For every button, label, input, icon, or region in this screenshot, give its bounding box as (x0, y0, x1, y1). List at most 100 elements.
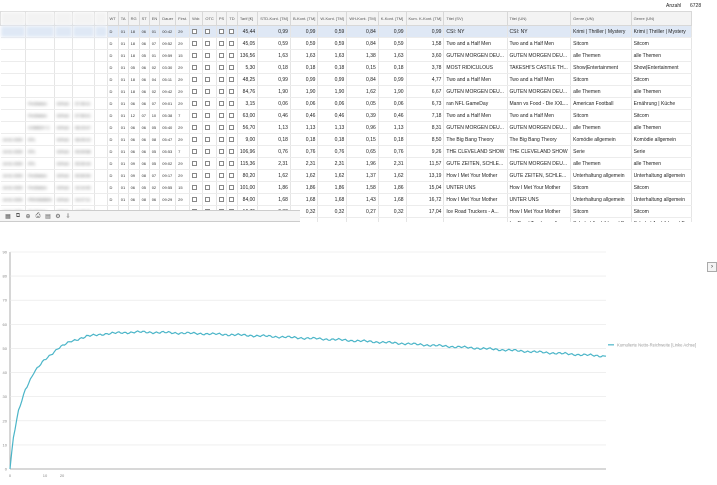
checkbox-cell[interactable] (202, 85, 217, 98)
checkbox[interactable] (205, 65, 211, 71)
table-row[interactable]: 14.01.2020 ProSieben ErFest 09:50:54 D 01 09 08… (0, 169, 717, 182)
column-header[interactable]: OTC (202, 11, 217, 26)
checkbox-cell[interactable] (202, 181, 217, 194)
column-header[interactable]: Genre (UN) (630, 11, 692, 26)
checkbox[interactable] (218, 185, 224, 191)
checkbox-cell[interactable] (216, 133, 228, 146)
chart-icon[interactable]: ▤ (44, 213, 52, 220)
table-row[interactable]: D 01 18 06 01 00:42 29 45,44 0,99 0,99 0,59 0,84 0,9… (0, 25, 717, 38)
checkbox[interactable] (192, 113, 198, 119)
checkbox-cell[interactable] (226, 145, 238, 158)
checkbox-cell[interactable] (216, 73, 228, 86)
checkbox[interactable] (192, 161, 198, 167)
column-header[interactable]: Kum. K-Kont. [TM] (405, 11, 445, 26)
checkbox[interactable] (192, 53, 198, 59)
column-header[interactable]: WH-Kont. [TM] (346, 11, 379, 26)
checkbox-cell[interactable] (202, 169, 217, 182)
checkbox-cell[interactable] (216, 37, 228, 50)
table-row[interactable]: 14.01.2020 RTL ErFest 09:09:58 D 01 06 06 05 05:5… (0, 145, 717, 158)
table-row[interactable]: 14.01.2020 ProSieben ErFest 10:10:40 D 01 06 05… (0, 181, 717, 194)
checkbox[interactable] (205, 185, 211, 191)
checkbox-cell[interactable] (202, 49, 217, 62)
checkbox[interactable] (229, 161, 235, 167)
checkbox[interactable] (229, 173, 235, 179)
checkbox-cell[interactable] (226, 37, 238, 50)
checkbox-cell[interactable] (202, 25, 217, 38)
checkbox-cell[interactable] (202, 109, 217, 122)
checkbox[interactable] (205, 41, 211, 47)
checkbox-cell[interactable] (189, 37, 204, 50)
checkbox-cell[interactable] (189, 181, 204, 194)
checkbox-cell[interactable] (226, 181, 238, 194)
checkbox[interactable] (192, 173, 198, 179)
checkbox-cell[interactable] (226, 169, 238, 182)
checkbox-cell[interactable] (226, 157, 238, 170)
checkbox-cell[interactable] (189, 25, 204, 38)
checkbox[interactable] (218, 197, 224, 203)
checkbox[interactable] (192, 101, 198, 107)
checkbox[interactable] (218, 101, 224, 107)
column-header[interactable]: TD (226, 11, 238, 26)
table-row[interactable]: 14.01.2020 PROSIEBEN ErFest 10:27:11 D 01 06 08… (0, 193, 717, 206)
checkbox[interactable] (229, 185, 235, 191)
checkbox[interactable] (192, 29, 198, 35)
grid-icon[interactable]: ▦ (4, 213, 12, 220)
checkbox-cell[interactable] (202, 121, 217, 134)
column-header[interactable]: First. (175, 11, 191, 26)
checkbox[interactable] (192, 41, 198, 47)
checkbox[interactable] (218, 173, 224, 179)
checkbox-cell[interactable] (226, 97, 238, 110)
checkbox[interactable] (205, 137, 211, 143)
data-grid[interactable]: WT TA RG ST EN Dauer First. Wdr. OTC PS TD Tarif [€… (0, 11, 717, 224)
checkbox-cell[interactable] (189, 133, 204, 146)
checkbox-cell[interactable] (202, 37, 217, 50)
checkbox[interactable] (218, 65, 224, 71)
checkbox[interactable] (218, 29, 224, 35)
checkbox[interactable] (229, 149, 235, 155)
checkbox-cell[interactable] (216, 157, 228, 170)
checkbox[interactable] (218, 125, 224, 131)
column-header[interactable]: ST (138, 11, 150, 26)
checkbox[interactable] (229, 65, 235, 71)
checkbox[interactable] (192, 137, 198, 143)
checkbox[interactable] (205, 149, 211, 155)
checkbox-cell[interactable] (216, 193, 228, 206)
copy-icon[interactable]: ⧉ (14, 213, 22, 220)
checkbox-cell[interactable] (202, 97, 217, 110)
checkbox-cell[interactable] (189, 169, 204, 182)
checkbox-cell[interactable] (189, 85, 204, 98)
checkbox[interactable] (229, 89, 235, 95)
checkbox[interactable] (229, 77, 235, 83)
checkbox[interactable] (218, 53, 224, 59)
checkbox[interactable] (205, 101, 211, 107)
checkbox-cell[interactable] (202, 133, 217, 146)
column-header[interactable]: RG (127, 11, 140, 26)
checkbox-cell[interactable] (216, 109, 228, 122)
checkbox[interactable] (192, 149, 198, 155)
checkbox-cell[interactable] (216, 61, 228, 74)
checkbox-cell[interactable] (189, 73, 204, 86)
checkbox[interactable] (218, 41, 224, 47)
checkbox-cell[interactable] (226, 193, 238, 206)
checkbox-cell[interactable] (216, 25, 228, 38)
checkbox-cell[interactable] (189, 109, 204, 122)
table-row[interactable]: COMEDY C ErFest 08:15:47 D 01 06 06 05 05:40 29 56… (0, 121, 717, 134)
checkbox[interactable] (192, 65, 198, 71)
column-header[interactable]: Wdr. (189, 11, 204, 26)
column-header[interactable]: EN (148, 11, 161, 26)
checkbox-cell[interactable] (216, 121, 228, 134)
zoom-in-icon[interactable]: ⊕ (24, 213, 32, 220)
table-row[interactable]: ProSieben ErFest 07:59:21 D 01 12 07 10 05:38 7 63… (0, 109, 717, 122)
checkbox-cell[interactable] (189, 157, 204, 170)
checkbox-cell[interactable] (216, 49, 228, 62)
print-icon[interactable]: ⎙ (34, 213, 42, 220)
column-header[interactable]: K-Kont. [TM] (377, 11, 407, 26)
table-row[interactable]: D 01 05 06 02 03:30 29 5,30 0,18 0,18 0,18 0,15 0,18… (0, 61, 717, 74)
checkbox-cell[interactable] (202, 193, 217, 206)
checkbox[interactable] (229, 53, 235, 59)
checkbox[interactable] (218, 137, 224, 143)
checkbox-cell[interactable] (226, 73, 238, 86)
checkbox-cell[interactable] (216, 181, 228, 194)
checkbox-cell[interactable] (216, 85, 228, 98)
checkbox[interactable] (205, 29, 211, 35)
